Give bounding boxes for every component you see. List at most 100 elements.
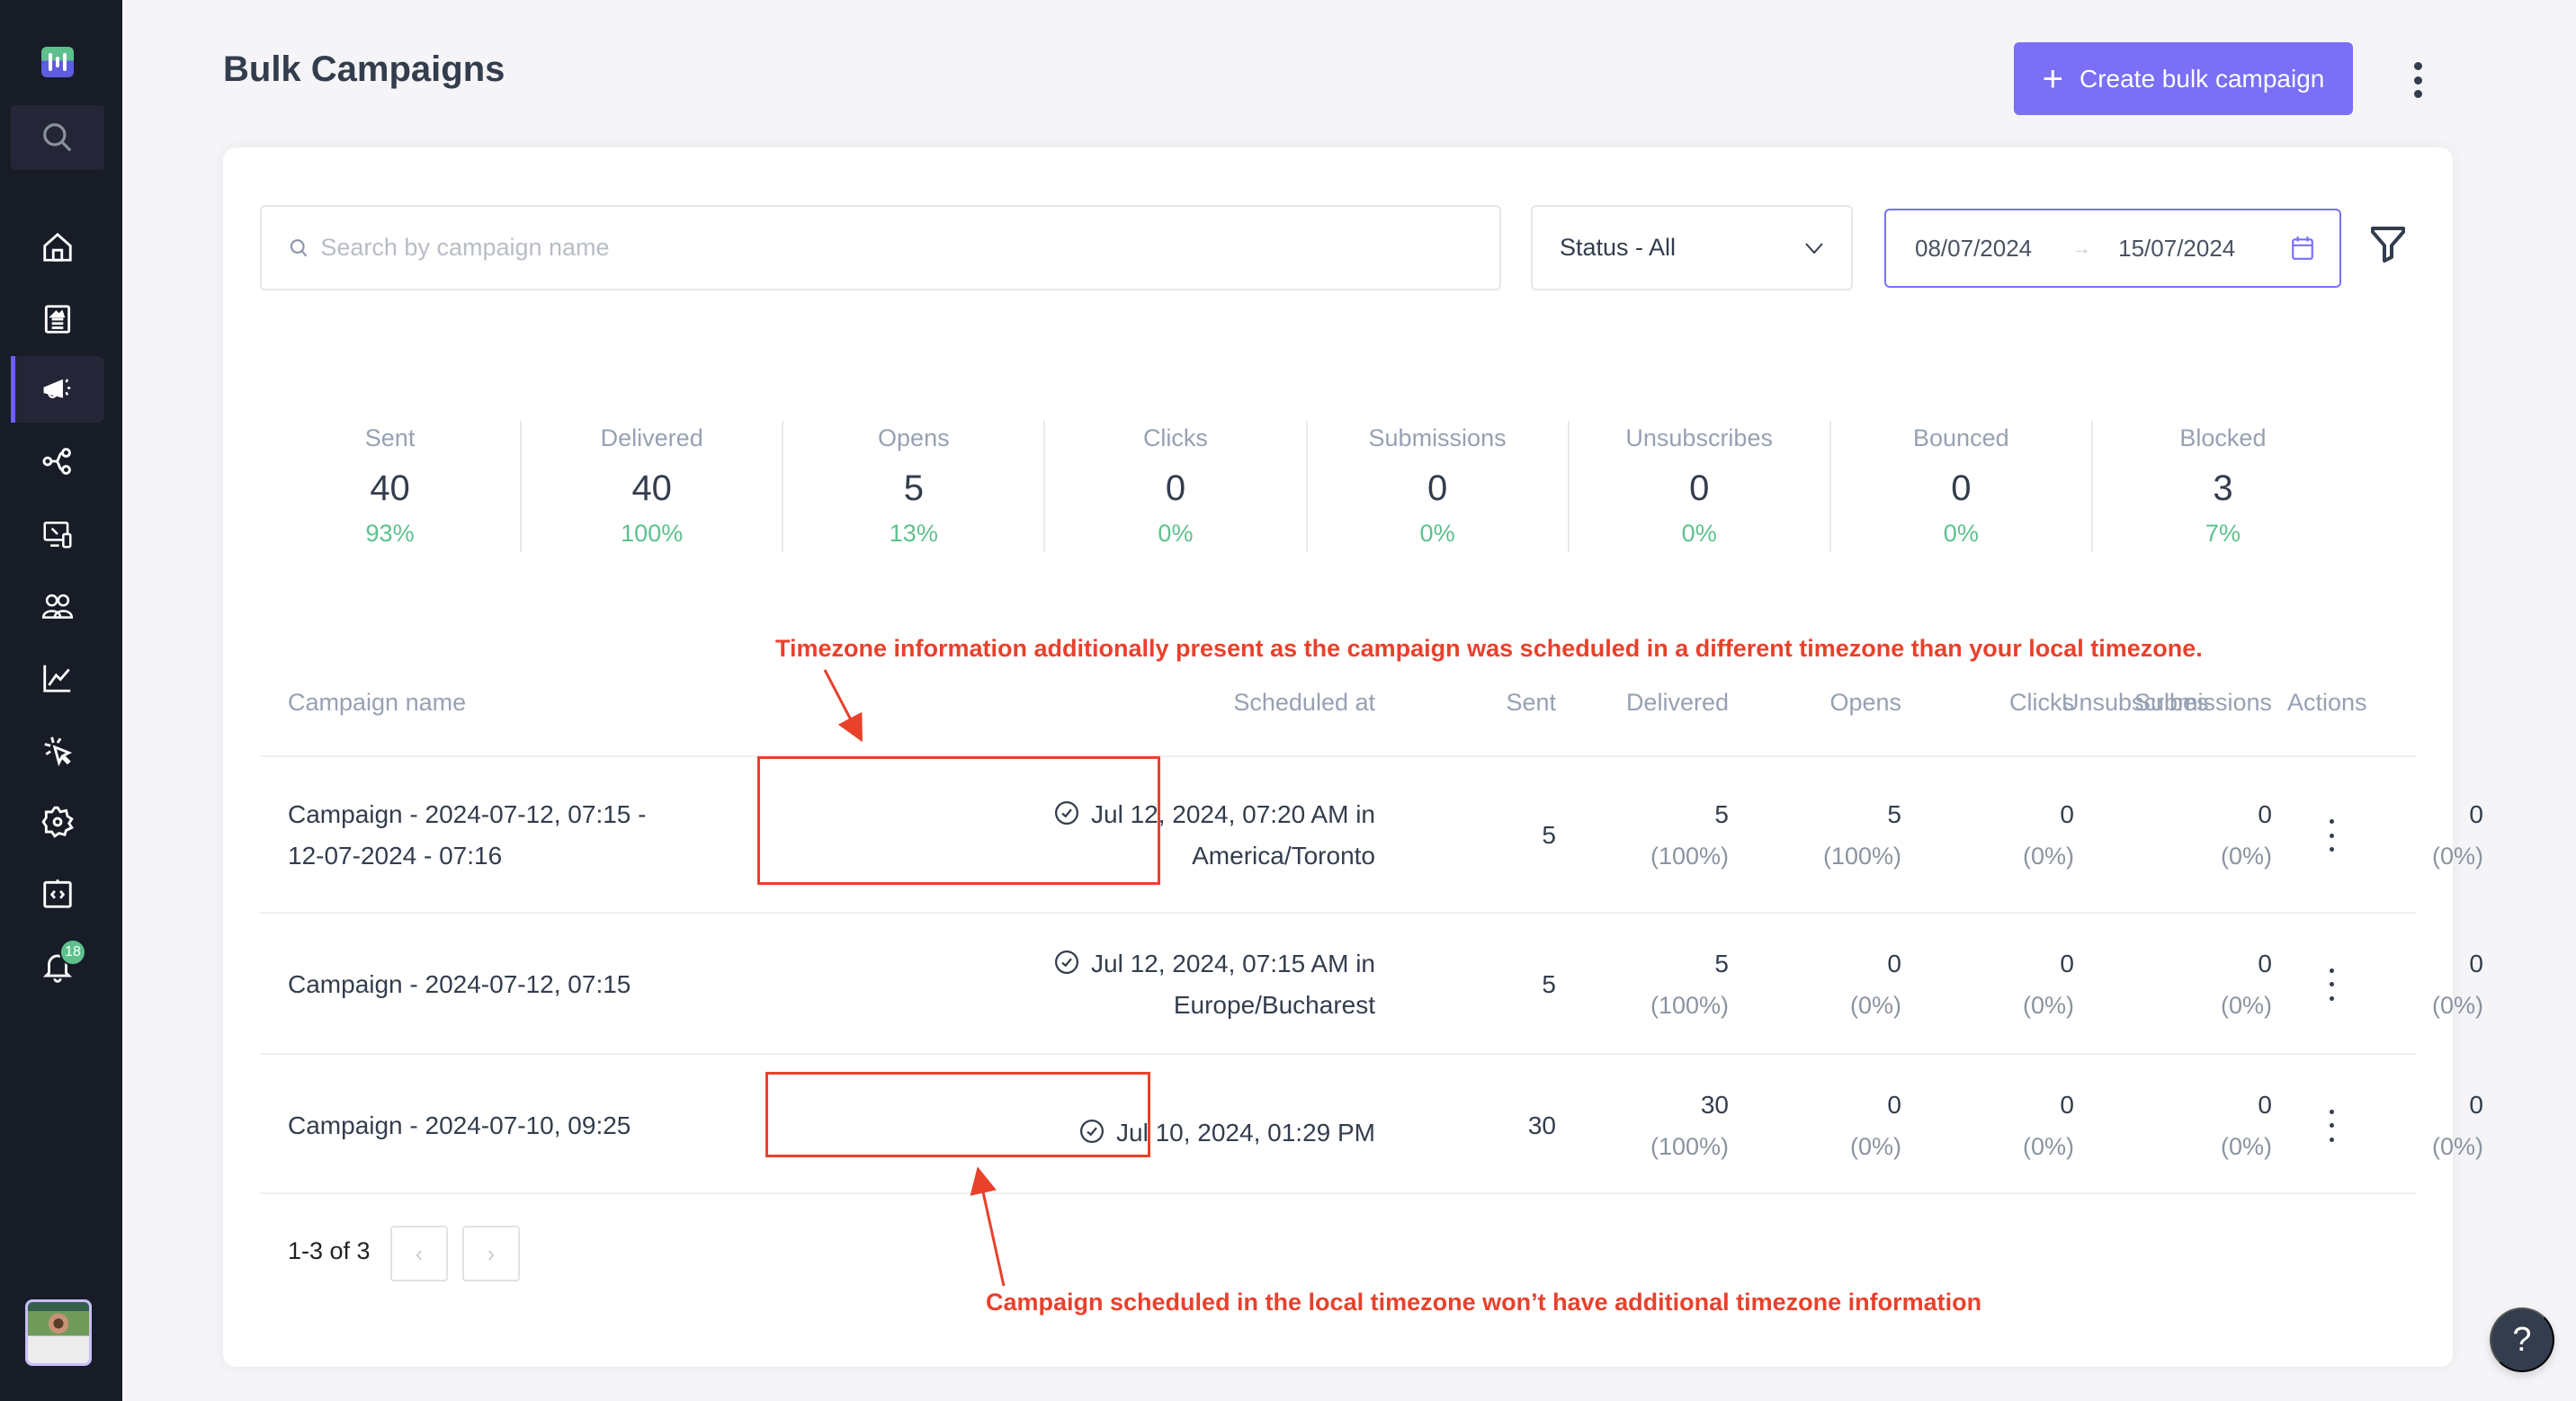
column-header-sent[interactable]: Sent bbox=[1506, 689, 1556, 717]
row-actions-button[interactable] bbox=[2322, 1109, 2340, 1142]
cell-unsubscribes-pct: (0%) bbox=[2431, 843, 2483, 870]
calendar-icon[interactable] bbox=[2291, 236, 2314, 261]
stat-percentage: 0% bbox=[1419, 520, 1455, 547]
sidebar-item-forms[interactable] bbox=[11, 286, 104, 352]
more-options-button[interactable] bbox=[2405, 59, 2430, 101]
sidebar-item-settings[interactable] bbox=[11, 789, 104, 855]
search-field[interactable] bbox=[260, 205, 1501, 290]
stat-label: Unsubscribes bbox=[1625, 424, 1773, 451]
cell-delivered: 30 (100%) bbox=[1650, 1084, 1729, 1167]
cell-sent: 30 bbox=[1527, 1111, 1556, 1139]
stat-percentage: 93% bbox=[365, 520, 415, 547]
column-header-actions: Actions bbox=[2287, 689, 2367, 716]
campaign-name[interactable]: Campaign - 2024-07-12, 07:15 - 12-07-2024… bbox=[288, 794, 646, 877]
cell-clicks-value: 0 bbox=[2060, 949, 2074, 977]
row-actions-button[interactable] bbox=[2322, 968, 2340, 1001]
table-row[interactable]: Campaign - 2024-07-12, 07:15 - 12-07-2024… bbox=[260, 755, 2483, 912]
stat-value: 0 bbox=[1427, 468, 1448, 508]
kebab-dot bbox=[2329, 833, 2334, 838]
kebab-dot bbox=[2329, 982, 2334, 986]
sidebar-item-workflows[interactable] bbox=[11, 428, 104, 495]
cell-submissions: 0 (0%) bbox=[2221, 794, 2272, 877]
user-avatar[interactable] bbox=[25, 1299, 92, 1366]
date-from[interactable]: 08/07/2024 bbox=[1915, 235, 2032, 263]
sidebar-item-campaigns[interactable] bbox=[11, 356, 104, 423]
cell-unsubscribes-value: 0 bbox=[2469, 800, 2483, 828]
annotation-timezone-info: Timezone information additionally presen… bbox=[775, 635, 2203, 662]
table-row[interactable]: Campaign - 2024-07-10, 09:25 Jul 10, 2024… bbox=[260, 1053, 2483, 1194]
cell-submissions-pct: (0%) bbox=[2220, 1132, 2272, 1160]
create-bulk-campaign-button[interactable]: + Create bulk campaign bbox=[2014, 42, 2353, 115]
stat-percentage: 13% bbox=[889, 520, 938, 547]
campaign-name-line: 12-07-2024 - 07:16 bbox=[288, 842, 503, 870]
date-to[interactable]: 15/07/2024 bbox=[2118, 235, 2235, 263]
previous-page-button[interactable]: ‹ bbox=[390, 1226, 448, 1281]
stat-value: 5 bbox=[903, 468, 924, 508]
stat-percentage: 100% bbox=[621, 520, 684, 547]
cell-opens-value: 5 bbox=[1887, 800, 1901, 828]
table-row[interactable]: Campaign - 2024-07-12, 07:15 Jul 12, 2024… bbox=[260, 912, 2483, 1053]
stat-value: 0 bbox=[1689, 468, 1710, 508]
sidebar-item-web-pages[interactable] bbox=[11, 501, 104, 567]
cell-opens: 5 (100%) bbox=[1823, 794, 1901, 877]
cell-opens-pct: (100%) bbox=[1822, 843, 1901, 870]
status-filter-value: Status - All bbox=[1560, 234, 1677, 261]
kebab-dot bbox=[2329, 1109, 2334, 1114]
column-header-scheduled-at[interactable]: Scheduled at bbox=[1233, 689, 1375, 717]
chart-line-icon bbox=[43, 665, 71, 692]
scheduled-at: Jul 12, 2024, 07:15 AM in Europe/Buchares… bbox=[1053, 943, 1375, 1026]
sidebar-item-home[interactable] bbox=[11, 214, 104, 281]
sidebar-item-analytics[interactable] bbox=[11, 645, 104, 711]
filter-button[interactable] bbox=[2369, 223, 2407, 264]
column-header-unsubscribes[interactable]: Unsubscribes bbox=[2062, 689, 2209, 717]
cell-sent: 5 bbox=[1542, 969, 1556, 998]
app-logo[interactable] bbox=[41, 47, 74, 77]
kebab-dot bbox=[2413, 76, 2422, 85]
devices-icon bbox=[43, 522, 72, 549]
search-icon bbox=[290, 238, 308, 256]
cell-delivered-pct: (100%) bbox=[1650, 991, 1729, 1019]
campaign-name[interactable]: Campaign - 2024-07-12, 07:15 bbox=[288, 964, 631, 1005]
cell-delivered-value: 5 bbox=[1714, 800, 1729, 828]
kebab-dot bbox=[2413, 90, 2422, 98]
sidebar-item-notifications[interactable] bbox=[11, 933, 104, 999]
cell-sent: 5 bbox=[1542, 821, 1556, 849]
stat-label: Blocked bbox=[2179, 424, 2267, 451]
check-circle-icon bbox=[1055, 950, 1078, 974]
cell-unsubscribes-value: 0 bbox=[2469, 949, 2483, 977]
cell-clicks-value: 0 bbox=[2060, 1090, 2074, 1119]
kebab-dot bbox=[2329, 995, 2334, 1001]
cursor-click-icon bbox=[44, 736, 73, 767]
cell-submissions: 0 (0%) bbox=[2221, 1084, 2272, 1167]
highlight-box-local bbox=[765, 1072, 1150, 1157]
annotation-local-timezone: Campaign scheduled in the local timezone… bbox=[986, 1289, 1982, 1316]
campaign-name[interactable]: Campaign - 2024-07-10, 09:25 bbox=[288, 1105, 631, 1147]
sidebar-search-button[interactable] bbox=[11, 105, 104, 170]
stat-label: Submissions bbox=[1368, 424, 1507, 451]
status-filter-select[interactable]: Status - All bbox=[1531, 205, 1853, 290]
cell-clicks: 0 (0%) bbox=[2023, 943, 2074, 1026]
cell-clicks: 0 (0%) bbox=[2023, 794, 2074, 877]
gear-icon bbox=[41, 806, 74, 838]
sidebar-item-integrations[interactable] bbox=[11, 861, 104, 927]
cell-submissions-pct: (0%) bbox=[2220, 991, 2272, 1019]
help-button[interactable]: ? bbox=[2490, 1307, 2554, 1372]
stat-submissions: Submissions 0 0% bbox=[1305, 421, 1568, 552]
sidebar-item-tracking[interactable] bbox=[11, 717, 104, 783]
form-icon bbox=[44, 305, 71, 334]
cell-clicks: 0 (0%) bbox=[2023, 1084, 2074, 1167]
cell-clicks-pct: (0%) bbox=[2022, 1132, 2074, 1160]
search-input[interactable] bbox=[320, 234, 1499, 262]
column-header-delivered[interactable]: Delivered bbox=[1626, 689, 1729, 717]
stat-value: 0 bbox=[1165, 468, 1186, 508]
sidebar-item-contacts[interactable] bbox=[11, 573, 104, 639]
column-header-opens[interactable]: Opens bbox=[1829, 689, 1901, 717]
date-range-picker[interactable]: 08/07/2024 → 15/07/2024 bbox=[1884, 209, 2341, 288]
row-actions-button[interactable] bbox=[2322, 819, 2340, 852]
stat-label: Opens bbox=[878, 424, 950, 451]
next-page-button[interactable]: › bbox=[462, 1226, 520, 1281]
column-header-campaign-name[interactable]: Campaign name bbox=[288, 689, 466, 717]
stat-percentage: 0% bbox=[1158, 520, 1194, 547]
cell-submissions-value: 0 bbox=[2258, 949, 2272, 977]
table-header: Campaign name Scheduled at Sent Delivere… bbox=[260, 689, 2417, 725]
